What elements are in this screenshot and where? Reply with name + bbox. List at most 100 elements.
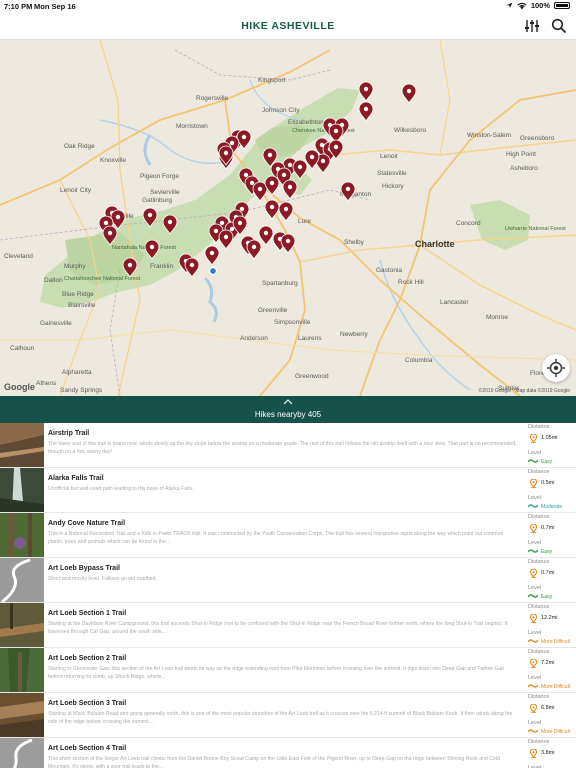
trail-distance: 0.7mi — [541, 570, 555, 576]
level-label: Level — [528, 495, 542, 501]
trail-row[interactable]: Art Loeb Section 4 Trail This short secti… — [0, 738, 576, 768]
locate-me-button[interactable] — [542, 354, 570, 382]
status-time: 7:10 PM — [4, 2, 33, 11]
trail-description: Starting in Gloucester Gap, this section… — [48, 666, 505, 680]
trail-description: This is a National Recreation Trail and … — [48, 531, 504, 545]
trail-marker[interactable] — [358, 81, 374, 102]
trail-level: More Difficult — [541, 684, 571, 690]
map-place-label: Lancaster — [440, 299, 469, 306]
trail-description: Short and mostly level. Follows an old r… — [48, 576, 157, 582]
trail-marker[interactable] — [358, 101, 374, 122]
level-wave-icon — [528, 504, 538, 508]
hikes-nearby-banner[interactable]: Hikes nearyby 405 — [0, 396, 576, 423]
distance-pin-icon — [529, 479, 538, 488]
trail-distance: 6.8mi — [541, 705, 555, 711]
trail-distance: 3.8mi — [541, 750, 555, 756]
trail-meta: Distance3.8miLevelMore Difficult — [527, 738, 576, 768]
map-place-label: Monroe — [486, 314, 508, 321]
trail-level: More Difficult — [541, 639, 571, 645]
river — [379, 259, 471, 391]
trail-description: Starting at the Davidson River Campgroun… — [48, 621, 508, 635]
level-label: Level — [528, 450, 542, 456]
distance-label: Distance — [528, 694, 550, 700]
trail-thumbnail — [0, 423, 44, 467]
trail-marker[interactable] — [184, 257, 200, 278]
filter-sliders-icon[interactable] — [524, 18, 540, 34]
trail-marker[interactable] — [401, 83, 417, 104]
lake — [143, 134, 152, 166]
trail-marker[interactable] — [340, 181, 356, 202]
map-canvas[interactable]: Kingsport Johnson City Rogersville Elizabet… — [0, 40, 576, 396]
trail-marker[interactable] — [280, 233, 296, 254]
app-header: HIKE ASHEVILLE — [0, 12, 576, 40]
map-place-label: Lure — [298, 218, 311, 225]
trail-meta: Distance 0.7mi Level Easy — [527, 513, 576, 557]
hikes-nearby-count: Hikes nearyby 405 — [254, 410, 322, 419]
map-place-label: Kingsport — [258, 77, 286, 84]
chevron-up-icon[interactable] — [283, 399, 293, 405]
map-place-label: Simpsonville — [274, 319, 311, 326]
trail-level: More Difficult — [541, 729, 571, 735]
trail-description: The lower end of this trail is brand new… — [48, 441, 517, 455]
trail-name: Art Loeb Section 4 Trail — [48, 745, 127, 752]
trail-row[interactable]: Andy Cove Nature Trail This is a National… — [0, 513, 576, 558]
trail-distance: 12.2mi — [541, 615, 558, 621]
level-wave-icon — [528, 594, 538, 598]
trail-row[interactable]: Alarka Falls Trail Unofficial but well-us… — [0, 468, 576, 513]
trail-marker[interactable] — [282, 179, 298, 200]
distance-pin-icon — [529, 569, 538, 578]
trail-name: Art Loeb Section 2 Trail — [48, 655, 127, 662]
map-place-label: Blairsville — [68, 302, 96, 309]
trail-row[interactable]: Art Loeb Bypass Trail Short and mostly le… — [0, 558, 576, 603]
trail-marker[interactable] — [246, 239, 262, 260]
map-place-label: Greensboro — [520, 135, 555, 142]
map-place-label: Shelby — [344, 239, 365, 246]
map-place-label: Uwharrie National Forest — [505, 226, 566, 232]
trail-marker[interactable] — [258, 225, 274, 246]
trail-meta: Distance 6.8mi Level More Difficult — [527, 693, 576, 737]
map-place-label: Athens — [36, 380, 57, 387]
map-place-label: Cleveland — [4, 253, 33, 260]
trail-name: Art Loeb Section 3 Trail — [48, 700, 127, 707]
trail-name: Art Loeb Section 1 Trail — [48, 610, 127, 617]
search-icon[interactable] — [551, 18, 567, 34]
road — [439, 40, 451, 156]
current-location-dot — [208, 266, 218, 276]
trail-distance: 0.5mi — [541, 480, 555, 486]
trail-level: Easy — [541, 594, 553, 600]
map-place-label: Greenwood — [295, 373, 329, 380]
map-place-label: Chattahoochee National Forest — [64, 276, 141, 282]
trail-marker[interactable] — [204, 245, 220, 266]
map-place-label: Gainesville — [40, 320, 72, 327]
map-place-label: Lenoir City — [60, 187, 92, 194]
map-place-label: Sandy Springs — [60, 387, 103, 394]
trail-map[interactable]: Kingsport Johnson City Rogersville Elizabet… — [0, 40, 576, 396]
map-copyright: ©2019 Google · Map data ©2019 Google — [478, 388, 570, 394]
trail-row[interactable]: Airstrip Trail The lower end of this trai… — [0, 423, 576, 468]
trail-level: Easy — [541, 459, 553, 465]
status-date: Mon Sep 16 — [34, 2, 76, 11]
distance-label: Distance — [528, 649, 550, 655]
trail-row[interactable]: Art Loeb Section 1 Trail Starting at the … — [0, 603, 576, 648]
trail-marker[interactable] — [264, 175, 280, 196]
trail-list[interactable]: Airstrip Trail The lower end of this trai… — [0, 423, 576, 768]
map-place-label: Rogersville — [196, 95, 229, 102]
trail-thumbnail — [0, 648, 44, 692]
trail-name: Andy Cove Nature Trail — [48, 520, 126, 527]
map-place-label: Wilkesboro — [394, 127, 427, 134]
trail-description: Unofficial but well-used path leading to… — [48, 486, 194, 492]
map-place-label: Anderson — [240, 335, 268, 342]
map-place-label: Winston-Salem — [467, 132, 511, 139]
page-title: HIKE ASHEVILLE — [241, 20, 335, 32]
trail-row[interactable]: Art Loeb Section 3 Trail Starting at Blac… — [0, 693, 576, 738]
map-place-label: Gatlinburg — [142, 197, 172, 204]
trail-thumbnail — [0, 513, 44, 557]
trail-row[interactable]: Art Loeb Section 2 Trail Starting in Glou… — [0, 648, 576, 693]
map-place-label: Greenville — [258, 307, 288, 314]
trail-marker[interactable] — [218, 229, 234, 250]
map-place-label: Hickory — [382, 183, 404, 190]
trail-marker[interactable] — [278, 201, 294, 222]
battery-percent: 100% — [530, 1, 550, 10]
map-place-label: Concord — [456, 220, 481, 227]
level-label: Level — [528, 675, 542, 681]
